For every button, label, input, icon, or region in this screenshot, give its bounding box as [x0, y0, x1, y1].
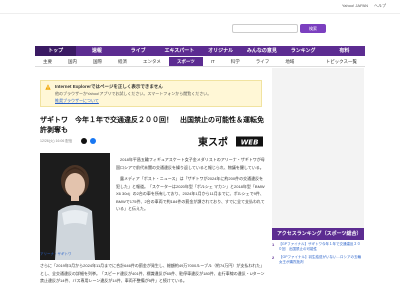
warning-title: Internet Explorerではページを正しく表示できません [55, 84, 163, 89]
ranking-item[interactable]: 1 【GPファイナル】ザギトワ今年１年で交通違反２００回 出国禁止の可能性 [272, 242, 364, 252]
ranking-item[interactable]: 2 【GPファイナル】羽生結弦がいない…ロシアの五輪女王が痛烈批判 [272, 255, 364, 265]
tab-economy[interactable]: 経済 [110, 57, 135, 66]
browser-warning: Internet Explorerではページを正しく表示できません 他のブラウザ… [40, 80, 262, 107]
search-button[interactable]: 検索 [300, 24, 326, 33]
topics-list-link[interactable]: トピックス一覧 [318, 57, 365, 66]
logo-text: 東スポ [198, 136, 228, 147]
nav-ranking[interactable]: ランキング [283, 46, 324, 56]
tokyo-sports-logo[interactable]: 東スポ WEB [198, 136, 264, 147]
article-date: 12/26(火) 16:06 配信 [40, 139, 73, 143]
article-body-lower: さらに「2019年3月から2024年11月までに合計646件の罰金が発生し、総額… [40, 262, 266, 285]
tab-domestic[interactable]: 国内 [60, 57, 85, 66]
tab-science[interactable]: 科学 [223, 57, 248, 66]
warning-body: 他のブラウザーかYahoo!アプリでお試しください。スマートフォンから閲覧くださ… [55, 91, 212, 96]
ranking-title[interactable]: 【GPファイナル】羽生結弦がいない…ロシアの五輪女王が痛烈批判 [279, 255, 364, 265]
article-paragraph: さらに「2019年3月から2024年11月までに合計646件の罰金が発生し、総額… [40, 263, 265, 283]
nav-original[interactable]: オリジナル [200, 46, 241, 56]
nav-live[interactable]: ライブ [118, 46, 159, 56]
article-body-upper: 2018年平昌五輪フィギュアスケート女子金メダリストのアリーナ・ザギトワが母国ロ… [116, 156, 266, 217]
primary-nav: トップ 速報 ライブ エキスパート オリジナル みんなの意見 ランキング 有料 [35, 46, 365, 56]
tab-sports[interactable]: スポーツ [168, 57, 203, 66]
article-headline: ザギトワ 今年１年で交通違反２００回！ 出国禁止の可能性＆運転免許剥奪も [40, 117, 264, 134]
x-share-icon[interactable] [81, 138, 87, 144]
facebook-share-icon[interactable] [90, 138, 96, 144]
sidebar-ad-area [272, 68, 364, 228]
tab-life[interactable]: ライフ [248, 57, 278, 66]
search-input[interactable] [232, 24, 298, 33]
tab-local[interactable]: 地域 [277, 57, 302, 66]
yahoo-japan-link[interactable]: Yahoo! JAPAN [342, 3, 368, 9]
ranking-header: アクセスランキング（スポーツ総合） [272, 228, 364, 240]
secondary-nav: 主要 国内 国際 経済 エンタメ スポーツ IT 科学 ライフ 地域 トピックス… [35, 57, 365, 67]
ranking-title[interactable]: 【GPファイナル】ザギトワ今年１年で交通違反２００回 出国禁止の可能性 [279, 242, 364, 252]
article-paragraph: 2018年平昌五輪フィギュアスケート女子金メダリストのアリーナ・ザギトワが母国ロ… [116, 157, 265, 170]
logo-suffix: WEB [241, 139, 259, 147]
ranking-number: 1 [272, 242, 275, 247]
tab-international[interactable]: 国際 [85, 57, 110, 66]
utility-links: Yahoo! JAPAN ヘルプ [342, 3, 386, 9]
nav-opinions[interactable]: みんなの意見 [241, 46, 282, 56]
recommended-browsers-link[interactable]: 推奨ブラウザーについて [55, 98, 99, 104]
ranking-number: 2 [272, 255, 275, 260]
utility-bar: Yahoo! JAPAN ヘルプ [0, 0, 400, 14]
article-paragraph: 露メディア「ポスト・ニュース」は「ザギトワが2024年に約200件の交通違反を犯… [116, 176, 265, 211]
ranking-list: 1 【GPファイナル】ザギトワ今年１年で交通違反２００回 出国禁止の可能性 2 … [272, 242, 364, 268]
nav-breaking[interactable]: 速報 [76, 46, 117, 56]
tab-main[interactable]: 主要 [35, 57, 60, 66]
help-link[interactable]: ヘルプ [374, 3, 386, 9]
nav-paid[interactable]: 有料 [324, 46, 365, 56]
tab-entertainment[interactable]: エンタメ [135, 57, 169, 66]
article-photo[interactable] [40, 153, 110, 260]
tab-it[interactable]: IT [203, 57, 223, 66]
photo-caption: アリーナ・ザギトワ [40, 252, 72, 256]
nav-top[interactable]: トップ [35, 46, 77, 56]
share-buttons [81, 138, 96, 144]
warning-icon [45, 84, 51, 90]
nav-expert[interactable]: エキスパート [159, 46, 200, 56]
masthead: 検索 [0, 14, 400, 44]
